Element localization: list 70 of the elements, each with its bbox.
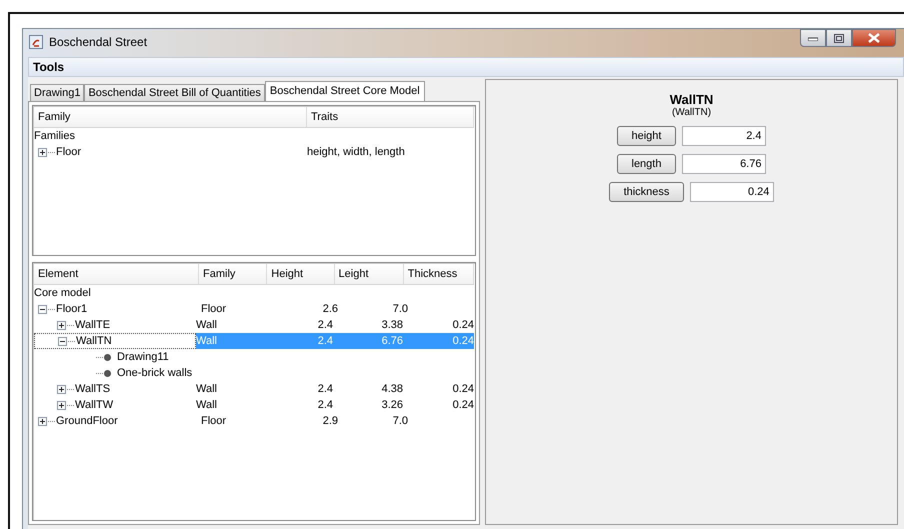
expander-icon[interactable] bbox=[57, 320, 66, 330]
expander-icon[interactable] bbox=[57, 400, 66, 410]
tree-item[interactable]: One-brick walls bbox=[117, 367, 192, 379]
window-title: Boschendal Street bbox=[49, 35, 148, 49]
tree-item[interactable]: Floor1 bbox=[56, 303, 88, 315]
value-field[interactable]: 2.4 bbox=[682, 126, 766, 146]
close-button[interactable] bbox=[852, 29, 896, 47]
column-header[interactable]: Traits bbox=[307, 107, 474, 127]
column-header[interactable]: Family bbox=[34, 107, 307, 127]
column-header[interactable]: Element bbox=[34, 264, 200, 284]
leaf-icon bbox=[104, 354, 111, 360]
expander-icon[interactable] bbox=[38, 148, 47, 156]
table-cell-text: 2.4 bbox=[316, 383, 333, 395]
table-cell-text: Wall bbox=[196, 335, 218, 347]
app-icon bbox=[29, 35, 43, 49]
table-cell-text: Floor bbox=[201, 303, 228, 315]
expander-icon[interactable] bbox=[58, 336, 67, 346]
tab[interactable]: Boschendal Street Bill of Quantities bbox=[84, 84, 265, 101]
detail-title: WallTN bbox=[670, 92, 714, 107]
tree-item[interactable]: GroundFloor bbox=[56, 415, 118, 427]
minimize-button[interactable] bbox=[800, 29, 826, 47]
table-cell-text: 2.9 bbox=[322, 415, 338, 427]
column-header[interactable]: Thickness bbox=[404, 264, 474, 284]
table-cell-text: 7.0 bbox=[392, 303, 408, 315]
tree-root: Core model bbox=[34, 287, 91, 299]
tree-root: Families bbox=[34, 130, 75, 142]
value-field[interactable]: 6.76 bbox=[682, 154, 766, 174]
tree-item[interactable]: Floor bbox=[56, 146, 82, 158]
tree-item[interactable]: WallTE bbox=[75, 319, 110, 331]
table-cell-text: 3.38 bbox=[380, 319, 403, 331]
table-cell-text: 0.24 bbox=[452, 399, 474, 411]
property-button[interactable]: length bbox=[616, 154, 676, 174]
table-cell-text: Wall bbox=[196, 319, 218, 331]
expander-icon[interactable] bbox=[57, 384, 66, 394]
maximize-icon bbox=[834, 34, 844, 42]
minimize-icon bbox=[808, 35, 818, 41]
table-cell-text: 4.38 bbox=[380, 383, 403, 395]
table-cell-text: Wall bbox=[196, 383, 218, 395]
table-cell-text: Floor bbox=[201, 415, 228, 427]
menu-item[interactable]: Tools bbox=[33, 60, 64, 74]
close-icon bbox=[868, 33, 880, 43]
property-button[interactable]: height bbox=[616, 126, 676, 146]
column-header[interactable]: Height bbox=[267, 264, 335, 284]
tree-item[interactable]: Drawing11 bbox=[117, 351, 169, 363]
tree-item[interactable]: WallTN bbox=[76, 335, 112, 347]
table-cell: height, width, length bbox=[307, 146, 405, 158]
table-cell-text: 6.76 bbox=[380, 335, 403, 347]
column-header[interactable]: Family bbox=[199, 264, 268, 284]
table-cell-text: 2.4 bbox=[316, 335, 333, 347]
value-field[interactable]: 0.24 bbox=[690, 182, 774, 202]
table-cell-text: 2.6 bbox=[322, 303, 338, 315]
table-cell-text: 7.0 bbox=[392, 415, 408, 427]
maximize-button[interactable] bbox=[826, 29, 852, 47]
expander-icon[interactable] bbox=[38, 416, 47, 426]
tab[interactable]: Boschendal Street Core Model bbox=[264, 81, 425, 101]
table-cell-text: 0.24 bbox=[452, 383, 474, 395]
detail-subtitle: (WallTN) bbox=[672, 107, 712, 118]
table-cell-text: 3.26 bbox=[380, 399, 403, 411]
leaf-icon bbox=[104, 370, 111, 376]
expander-icon[interactable] bbox=[38, 304, 47, 314]
table-cell-text: 0.24 bbox=[452, 335, 474, 347]
tree-item[interactable]: WallTW bbox=[75, 399, 114, 411]
column-header[interactable]: Leight bbox=[334, 264, 404, 284]
table-cell-text: 2.4 bbox=[316, 399, 333, 411]
tree-item[interactable]: WallTS bbox=[75, 383, 110, 395]
table-cell-text: Wall bbox=[196, 399, 218, 411]
tab[interactable]: Drawing1 bbox=[30, 84, 84, 101]
table-cell-text: 0.24 bbox=[452, 319, 474, 331]
property-button[interactable]: thickness bbox=[608, 182, 684, 202]
table-cell-text: 2.4 bbox=[316, 319, 333, 331]
